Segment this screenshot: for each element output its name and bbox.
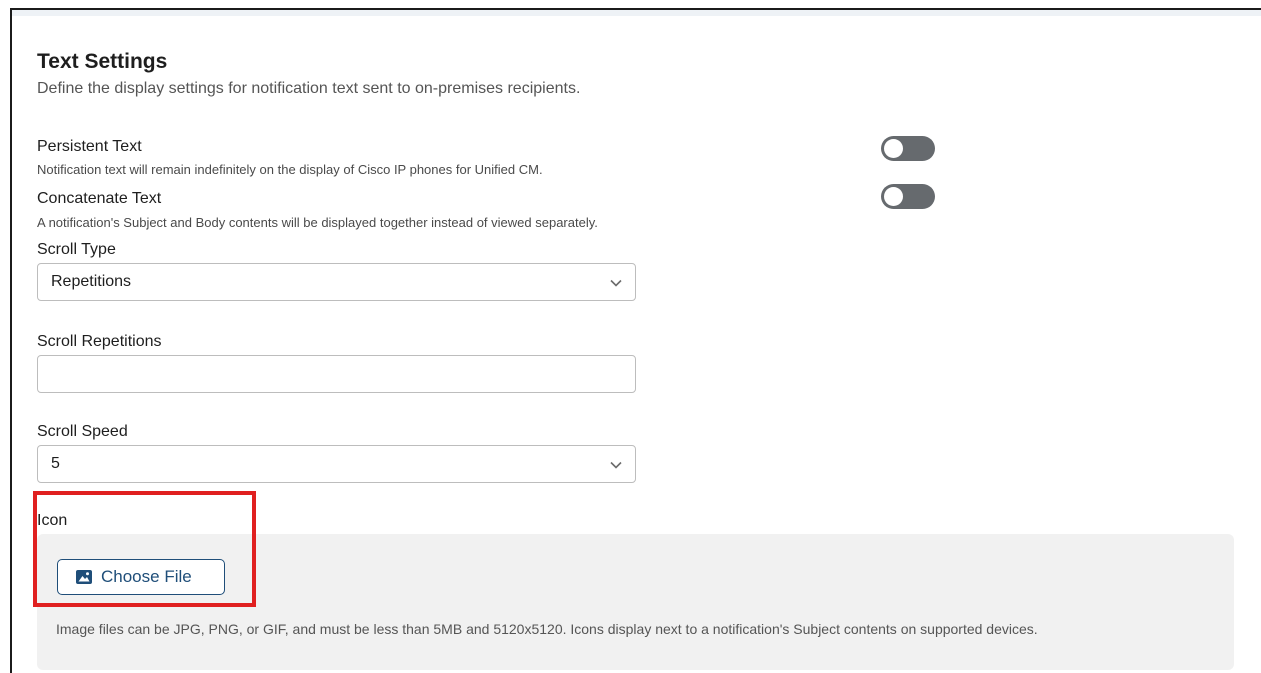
persistent-text-description: Notification text will remain indefinite… bbox=[37, 162, 543, 177]
concatenate-text-description: A notification's Subject and Body conten… bbox=[37, 215, 598, 230]
toggle-knob bbox=[884, 139, 903, 158]
highlight-box bbox=[33, 491, 256, 607]
scroll-speed-label: Scroll Speed bbox=[37, 423, 128, 440]
scroll-type-label: Scroll Type bbox=[37, 241, 116, 258]
icon-help-text: Image files can be JPG, PNG, or GIF, and… bbox=[56, 621, 1038, 637]
section-title: Text Settings bbox=[37, 50, 168, 73]
scroll-type-value: Repetitions bbox=[51, 273, 132, 290]
section-description: Define the display settings for notifica… bbox=[37, 80, 581, 97]
chevron-down-icon bbox=[610, 279, 622, 287]
chevron-down-icon bbox=[610, 461, 622, 469]
concatenate-text-title: Concatenate Text bbox=[37, 190, 162, 207]
scroll-repetitions-input[interactable] bbox=[37, 355, 636, 393]
persistent-text-toggle[interactable] bbox=[881, 136, 935, 161]
scroll-speed-select[interactable]: 5 bbox=[37, 445, 636, 483]
concatenate-text-toggle[interactable] bbox=[881, 184, 935, 209]
toggle-knob bbox=[884, 187, 903, 206]
persistent-text-title: Persistent Text bbox=[37, 138, 142, 155]
scroll-repetitions-label: Scroll Repetitions bbox=[37, 333, 162, 350]
scroll-type-select[interactable]: Repetitions bbox=[37, 263, 636, 301]
scroll-speed-value: 5 bbox=[51, 455, 60, 472]
top-strip bbox=[12, 10, 1261, 16]
